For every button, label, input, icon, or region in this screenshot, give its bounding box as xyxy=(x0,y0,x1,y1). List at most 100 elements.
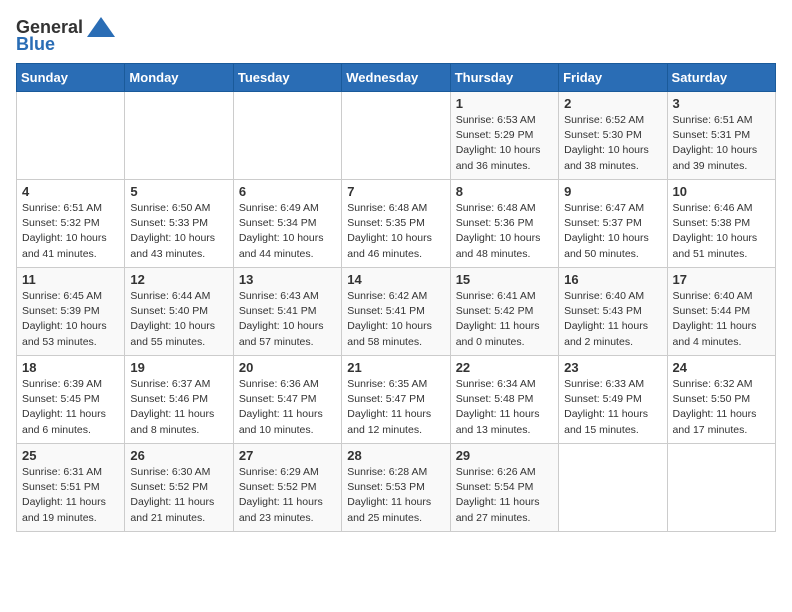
calendar-cell: 1 Sunrise: 6:53 AM Sunset: 5:29 PM Daylig… xyxy=(450,92,558,180)
day-info: Sunrise: 6:51 AM Sunset: 5:32 PM Dayligh… xyxy=(22,201,119,262)
calendar-cell: 24 Sunrise: 6:32 AM Sunset: 5:50 PM Dayli… xyxy=(667,356,775,444)
day-number: 1 xyxy=(456,96,553,111)
calendar-table: SundayMondayTuesdayWednesdayThursdayFrid… xyxy=(16,63,776,532)
calendar-cell: 22 Sunrise: 6:34 AM Sunset: 5:48 PM Dayli… xyxy=(450,356,558,444)
day-number: 4 xyxy=(22,184,119,199)
weekday-header-row: SundayMondayTuesdayWednesdayThursdayFrid… xyxy=(17,64,776,92)
day-number: 20 xyxy=(239,360,336,375)
calendar-cell xyxy=(125,92,233,180)
weekday-header: Wednesday xyxy=(342,64,450,92)
calendar-cell: 28Sunrise: 6:28 AM Sunset: 5:53 PM Dayli… xyxy=(342,444,450,532)
day-number: 13 xyxy=(239,272,336,287)
day-number: 8 xyxy=(456,184,553,199)
day-info: Sunrise: 6:39 AM Sunset: 5:45 PM Dayligh… xyxy=(22,377,119,438)
day-number: 26 xyxy=(130,448,227,463)
day-number: 11 xyxy=(22,272,119,287)
calendar-cell: 25 Sunrise: 6:31 AM Sunset: 5:51 PM Dayli… xyxy=(17,444,125,532)
weekday-header: Friday xyxy=(559,64,667,92)
calendar-cell: 17 Sunrise: 6:40 AM Sunset: 5:44 PM Dayli… xyxy=(667,268,775,356)
weekday-header: Monday xyxy=(125,64,233,92)
calendar-week-row: 11Sunrise: 6:45 AM Sunset: 5:39 PM Dayli… xyxy=(17,268,776,356)
day-info: Sunrise: 6:43 AM Sunset: 5:41 PM Dayligh… xyxy=(239,289,336,350)
day-info: Sunrise: 6:37 AM Sunset: 5:46 PM Dayligh… xyxy=(130,377,227,438)
calendar-week-row: 25 Sunrise: 6:31 AM Sunset: 5:51 PM Dayli… xyxy=(17,444,776,532)
day-number: 29 xyxy=(456,448,553,463)
calendar-cell xyxy=(667,444,775,532)
calendar-cell xyxy=(17,92,125,180)
weekday-header: Tuesday xyxy=(233,64,341,92)
day-info: Sunrise: 6:33 AM Sunset: 5:49 PM Dayligh… xyxy=(564,377,661,438)
day-info: Sunrise: 6:35 AM Sunset: 5:47 PM Dayligh… xyxy=(347,377,444,438)
day-number: 9 xyxy=(564,184,661,199)
day-info: Sunrise: 6:42 AM Sunset: 5:41 PM Dayligh… xyxy=(347,289,444,350)
calendar-week-row: 1 Sunrise: 6:53 AM Sunset: 5:29 PM Daylig… xyxy=(17,92,776,180)
day-number: 7 xyxy=(347,184,444,199)
day-number: 14 xyxy=(347,272,444,287)
day-info: Sunrise: 6:41 AM Sunset: 5:42 PM Dayligh… xyxy=(456,289,553,350)
calendar-cell: 27 Sunrise: 6:29 AM Sunset: 5:52 PM Dayli… xyxy=(233,444,341,532)
logo: General Blue xyxy=(16,16,116,55)
day-number: 2 xyxy=(564,96,661,111)
day-number: 18 xyxy=(22,360,119,375)
day-info: Sunrise: 6:26 AM Sunset: 5:54 PM Dayligh… xyxy=(456,465,553,526)
calendar-cell: 9 Sunrise: 6:47 AM Sunset: 5:37 PM Daylig… xyxy=(559,180,667,268)
day-info: Sunrise: 6:32 AM Sunset: 5:50 PM Dayligh… xyxy=(673,377,770,438)
day-info: Sunrise: 6:51 AM Sunset: 5:31 PM Dayligh… xyxy=(673,113,770,174)
day-number: 25 xyxy=(22,448,119,463)
calendar-cell: 13 Sunrise: 6:43 AM Sunset: 5:41 PM Dayli… xyxy=(233,268,341,356)
calendar-cell: 26 Sunrise: 6:30 AM Sunset: 5:52 PM Dayli… xyxy=(125,444,233,532)
calendar-cell: 29 Sunrise: 6:26 AM Sunset: 5:54 PM Dayli… xyxy=(450,444,558,532)
logo-blue-text: Blue xyxy=(16,34,55,55)
day-info: Sunrise: 6:31 AM Sunset: 5:51 PM Dayligh… xyxy=(22,465,119,526)
day-info: Sunrise: 6:48 AM Sunset: 5:36 PM Dayligh… xyxy=(456,201,553,262)
day-info: Sunrise: 6:46 AM Sunset: 5:38 PM Dayligh… xyxy=(673,201,770,262)
calendar-cell: 5 Sunrise: 6:50 AM Sunset: 5:33 PM Daylig… xyxy=(125,180,233,268)
calendar-cell: 12 Sunrise: 6:44 AM Sunset: 5:40 PM Dayli… xyxy=(125,268,233,356)
day-info: Sunrise: 6:52 AM Sunset: 5:30 PM Dayligh… xyxy=(564,113,661,174)
calendar-cell xyxy=(233,92,341,180)
calendar-cell: 21 Sunrise: 6:35 AM Sunset: 5:47 PM Dayli… xyxy=(342,356,450,444)
day-number: 3 xyxy=(673,96,770,111)
day-info: Sunrise: 6:36 AM Sunset: 5:47 PM Dayligh… xyxy=(239,377,336,438)
day-info: Sunrise: 6:44 AM Sunset: 5:40 PM Dayligh… xyxy=(130,289,227,350)
day-number: 17 xyxy=(673,272,770,287)
calendar-cell xyxy=(559,444,667,532)
calendar-cell: 14 Sunrise: 6:42 AM Sunset: 5:41 PM Dayli… xyxy=(342,268,450,356)
day-number: 22 xyxy=(456,360,553,375)
day-number: 10 xyxy=(673,184,770,199)
day-info: Sunrise: 6:28 AM Sunset: 5:53 PM Dayligh… xyxy=(347,465,444,526)
day-number: 12 xyxy=(130,272,227,287)
day-info: Sunrise: 6:30 AM Sunset: 5:52 PM Dayligh… xyxy=(130,465,227,526)
page-header: General Blue xyxy=(16,16,776,55)
day-info: Sunrise: 6:29 AM Sunset: 5:52 PM Dayligh… xyxy=(239,465,336,526)
logo-icon xyxy=(86,16,116,38)
calendar-cell: 15 Sunrise: 6:41 AM Sunset: 5:42 PM Dayli… xyxy=(450,268,558,356)
day-number: 15 xyxy=(456,272,553,287)
calendar-cell: 23 Sunrise: 6:33 AM Sunset: 5:49 PM Dayli… xyxy=(559,356,667,444)
day-info: Sunrise: 6:47 AM Sunset: 5:37 PM Dayligh… xyxy=(564,201,661,262)
day-info: Sunrise: 6:40 AM Sunset: 5:44 PM Dayligh… xyxy=(673,289,770,350)
calendar-cell: 11Sunrise: 6:45 AM Sunset: 5:39 PM Dayli… xyxy=(17,268,125,356)
calendar-cell: 8 Sunrise: 6:48 AM Sunset: 5:36 PM Daylig… xyxy=(450,180,558,268)
day-info: Sunrise: 6:48 AM Sunset: 5:35 PM Dayligh… xyxy=(347,201,444,262)
day-number: 21 xyxy=(347,360,444,375)
weekday-header: Sunday xyxy=(17,64,125,92)
calendar-cell xyxy=(342,92,450,180)
day-number: 16 xyxy=(564,272,661,287)
calendar-week-row: 4 Sunrise: 6:51 AM Sunset: 5:32 PM Daylig… xyxy=(17,180,776,268)
day-info: Sunrise: 6:50 AM Sunset: 5:33 PM Dayligh… xyxy=(130,201,227,262)
calendar-cell: 3 Sunrise: 6:51 AM Sunset: 5:31 PM Daylig… xyxy=(667,92,775,180)
calendar-cell: 10 Sunrise: 6:46 AM Sunset: 5:38 PM Dayli… xyxy=(667,180,775,268)
day-number: 24 xyxy=(673,360,770,375)
day-number: 5 xyxy=(130,184,227,199)
day-info: Sunrise: 6:40 AM Sunset: 5:43 PM Dayligh… xyxy=(564,289,661,350)
day-info: Sunrise: 6:34 AM Sunset: 5:48 PM Dayligh… xyxy=(456,377,553,438)
calendar-cell: 6Sunrise: 6:49 AM Sunset: 5:34 PM Daylig… xyxy=(233,180,341,268)
day-info: Sunrise: 6:53 AM Sunset: 5:29 PM Dayligh… xyxy=(456,113,553,174)
weekday-header: Thursday xyxy=(450,64,558,92)
day-number: 23 xyxy=(564,360,661,375)
calendar-week-row: 18 Sunrise: 6:39 AM Sunset: 5:45 PM Dayli… xyxy=(17,356,776,444)
weekday-header: Saturday xyxy=(667,64,775,92)
calendar-cell: 4 Sunrise: 6:51 AM Sunset: 5:32 PM Daylig… xyxy=(17,180,125,268)
day-number: 27 xyxy=(239,448,336,463)
